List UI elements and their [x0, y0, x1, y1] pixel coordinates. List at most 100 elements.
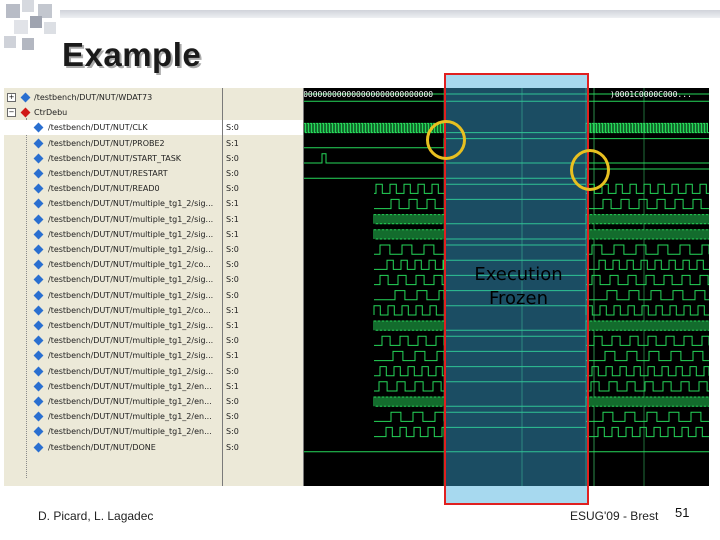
signal-name: /testbench/DUT/NUT/multiple_tg1_2/sig... [48, 229, 214, 239]
signal-row[interactable]: /testbench/DUT/NUT/multiple_tg1_2/co... [4, 303, 222, 318]
signal-icon [33, 305, 44, 316]
slide-title: Example [62, 36, 202, 73]
frozen-label-line1: Execution [474, 264, 563, 285]
signal-row[interactable]: /testbench/DUT/NUT/PROBE2 [4, 136, 222, 151]
collapse-icon[interactable]: − [7, 108, 16, 118]
signal-name: /testbench/DUT/NUT/multiple_tg1_2/en... [48, 397, 212, 406]
signal-row[interactable]: /testbench/DUT/NUT/multiple_tg1_2/en... [4, 424, 222, 439]
signal-name: /testbench/DUT/NUT/multiple_tg1_2/en... [48, 412, 212, 422]
signal-row[interactable]: /testbench/DUT/NUT/multiple_tg1_2/sig... [4, 227, 222, 242]
signal-icon [20, 92, 31, 103]
signal-value: S:0 [226, 290, 239, 300]
signal-row[interactable]: /testbench/DUT/NUT/multiple_tg1_2/sig... [4, 348, 222, 363]
signal-row[interactable]: /testbench/DUT/NUT/multiple_tg1_2/sig... [4, 272, 222, 287]
signal-name: /testbench/DUT/NUT/multiple_tg1_2/sig... [48, 336, 214, 346]
signal-value: S:1 [226, 321, 239, 330]
signal-row[interactable]: /testbench/DUT/NUT/CLK [4, 120, 222, 136]
signal-row[interactable]: /testbench/DUT/NUT/multiple_tg1_2/sig... [4, 364, 222, 379]
signal-icon [33, 381, 44, 392]
signal-row[interactable]: /testbench/DUT/NUT/multiple_tg1_2/en... [4, 409, 222, 424]
signal-name: /testbench/DUT/NUT/multiple_tg1_2/co... [48, 305, 211, 315]
signal-name: /testbench/DUT/NUT/multiple_tg1_2/sig... [48, 214, 214, 224]
signal-icon [33, 366, 44, 377]
signal-icon [33, 153, 44, 164]
signal-name: CtrDebu [34, 108, 68, 118]
expand-icon[interactable]: + [7, 93, 16, 102]
highlight-circle-left [426, 120, 466, 160]
signal-icon [33, 138, 44, 149]
signal-icon [33, 168, 44, 179]
signal-value [223, 90, 303, 105]
signal-value: S:1 [226, 381, 239, 391]
signal-value: S:0 [226, 442, 239, 452]
signal-name: /testbench/DUT/NUT/multiple_tg1_2/en... [48, 381, 212, 391]
signal-row[interactable]: /testbench/DUT/NUT/multiple_tg1_2/sig... [4, 196, 222, 211]
signal-row[interactable]: /testbench/DUT/NUT/multiple_tg1_2/en... [4, 379, 222, 394]
signal-icon [33, 290, 44, 301]
signal-value: S:0 [226, 427, 239, 437]
signal-name: /testbench/DUT/NUT/multiple_tg1_2/sig... [48, 290, 214, 300]
signal-value: S:0 [226, 275, 239, 285]
signal-row[interactable]: − CtrDebu [4, 105, 222, 120]
signal-icon [33, 198, 44, 209]
signal-value: S:1 [226, 351, 239, 361]
footer-event: ESUG'09 - Brest [570, 509, 659, 523]
signal-value: S:1 [226, 199, 239, 209]
signal-name: /testbench/DUT/NUT/multiple_tg1_2/co... [48, 260, 211, 270]
signal-name: /testbench/DUT/NUT/DONE [48, 442, 156, 452]
signal-row[interactable]: /testbench/DUT/NUT/multiple_tg1_2/sig... [4, 288, 222, 303]
signal-icon [33, 229, 44, 240]
signal-name: /testbench/DUT/NUT/PROBE2 [48, 138, 165, 148]
signal-name: /testbench/DUT/NUT/multiple_tg1_2/en... [48, 427, 212, 437]
signal-icon [33, 426, 44, 437]
signal-name: /testbench/DUT/NUT/multiple_tg1_2/sig... [48, 275, 214, 285]
signal-value: S:0 [226, 336, 239, 346]
signal-icon [33, 396, 44, 407]
signal-name: /testbench/DUT/NUT/multiple_tg1_2/sig... [48, 199, 214, 209]
execution-frozen-label: Execution Frozen [446, 263, 591, 311]
signal-name: /testbench/DUT/NUT/multiple_tg1_2/sig... [48, 245, 214, 254]
signal-row[interactable]: /testbench/DUT/NUT/READ0 [4, 181, 222, 196]
signal-name: /testbench/DUT/NUT/WDAT73 [34, 93, 153, 102]
signal-row[interactable]: /testbench/DUT/NUT/multiple_tg1_2/co... [4, 257, 222, 272]
signal-row[interactable]: /testbench/DUT/NUT/RESTART [4, 166, 222, 181]
signal-value: S:1 [226, 138, 239, 148]
signal-row[interactable]: /testbench/DUT/NUT/multiple_tg1_2/sig... [4, 212, 222, 227]
value-column: S:0 S:1 S:0 S:0 S:0 S:1 S:1 S:1 S:0 S:0 S:0 S:0 S:1 S… [223, 88, 304, 486]
signal-value: S:1 [226, 214, 239, 224]
signal-row[interactable]: /testbench/DUT/NUT/START_TASK [4, 151, 222, 166]
signal-row[interactable]: /testbench/DUT/NUT/multiple_tg1_2/sig... [4, 318, 222, 333]
signal-name: /testbench/DUT/NUT/READ0 [48, 184, 160, 194]
bus-value-right: )0001C0000C000... [610, 90, 692, 99]
title-bar-decoration [60, 10, 720, 18]
signal-row[interactable]: /testbench/DUT/NUT/multiple_tg1_2/en... [4, 394, 222, 409]
bus-value-left: 0000000000000000000000000000000000000000… [304, 90, 433, 99]
signal-icon [33, 350, 44, 361]
signal-tree[interactable]: + /testbench/DUT/NUT/WDAT73 − CtrDebu/testb… [4, 88, 223, 486]
signal-value: S:0 [226, 412, 239, 422]
page-number: 51 [675, 505, 690, 520]
signal-name: /testbench/DUT/NUT/CLK [48, 123, 148, 133]
signal-row[interactable]: + /testbench/DUT/NUT/WDAT73 [4, 90, 222, 105]
signal-icon [33, 259, 44, 270]
signal-value: S:0 [226, 169, 239, 178]
signal-icon [33, 183, 44, 194]
signal-value [223, 105, 303, 120]
signal-name: /testbench/DUT/NUT/START_TASK [48, 153, 182, 163]
signal-icon [33, 274, 44, 285]
signal-icon [33, 411, 44, 422]
signal-name: /testbench/DUT/NUT/RESTART [48, 169, 168, 178]
waveform-window[interactable]: + /testbench/DUT/NUT/WDAT73 − CtrDebu/testb… [4, 88, 709, 486]
highlight-circle-right [570, 149, 610, 191]
signal-row[interactable]: /testbench/DUT/NUT/multiple_tg1_2/sig... [4, 333, 222, 348]
signal-value: S:1 [226, 305, 239, 315]
signal-row[interactable]: /testbench/DUT/NUT/DONE [4, 440, 222, 455]
signal-icon [33, 214, 44, 225]
signal-value: S:0 [226, 153, 239, 163]
signal-value: S:0 [226, 184, 239, 194]
footer-authors: D. Picard, L. Lagadec [38, 509, 154, 523]
signal-row[interactable]: /testbench/DUT/NUT/multiple_tg1_2/sig... [4, 242, 222, 257]
signal-value: S:1 [226, 229, 239, 239]
group-icon [20, 107, 31, 118]
signal-icon [33, 320, 44, 331]
